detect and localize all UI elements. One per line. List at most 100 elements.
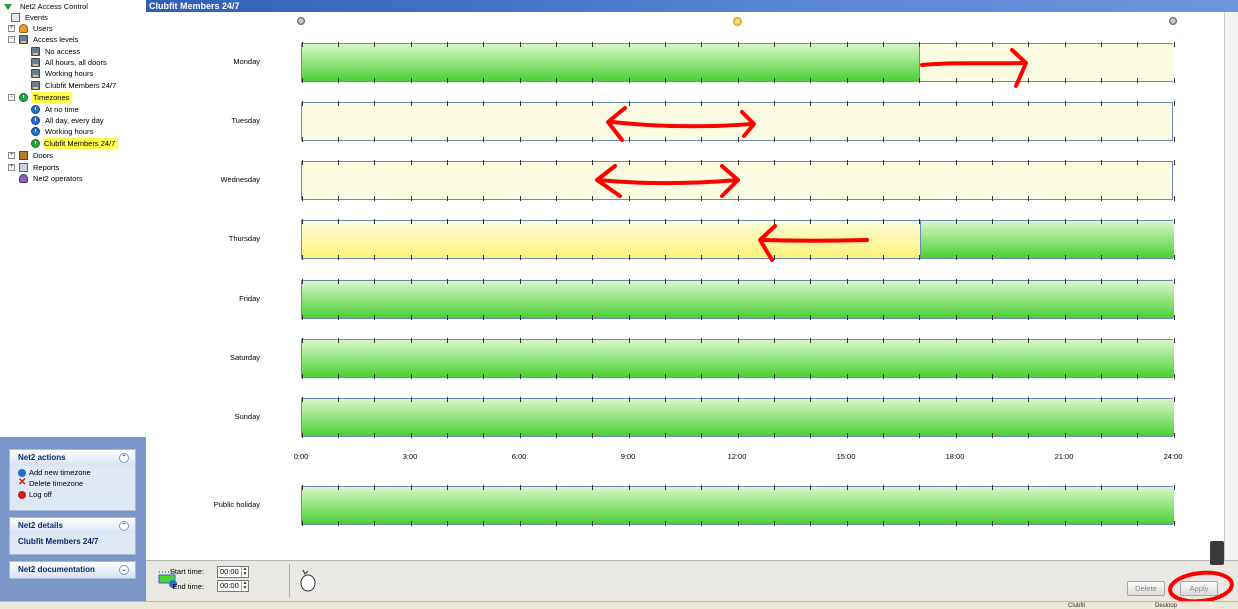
status-cell: Desktop xyxy=(1155,603,1178,609)
day-schedule-bar[interactable] xyxy=(301,279,1175,320)
collapse-icon[interactable]: − xyxy=(8,36,15,43)
hour-tick xyxy=(882,485,884,490)
hour-tick xyxy=(1064,160,1066,165)
collapse-chevron-icon[interactable]: ⌃ xyxy=(119,521,129,531)
tree-item-access-levels[interactable]: − Access levels xyxy=(8,34,108,45)
active-period[interactable] xyxy=(302,44,920,81)
delete-timezone-action[interactable]: ✕ Delete timezone xyxy=(10,478,135,489)
action-label: Add new timezone xyxy=(29,468,91,477)
hour-tick xyxy=(337,521,339,526)
active-period[interactable] xyxy=(302,281,1174,318)
tree-item-events[interactable]: Events xyxy=(8,12,108,23)
hour-tick xyxy=(628,315,630,320)
inactive-period[interactable] xyxy=(919,44,1174,81)
active-period[interactable] xyxy=(302,399,1174,436)
day-schedule-bar[interactable] xyxy=(301,397,1175,438)
tree-item-access-level[interactable]: Clubfit Members 24/7 xyxy=(31,80,141,91)
day-schedule-bar[interactable] xyxy=(301,42,1175,83)
hour-tick xyxy=(483,485,485,490)
tree-item-access-level[interactable]: Working hours xyxy=(31,68,131,79)
collapse-chevron-icon[interactable]: ⌃ xyxy=(119,453,129,463)
action-label: Delete timezone xyxy=(29,479,84,488)
hour-label: 12:00 xyxy=(727,452,747,461)
tree-item-access-level[interactable]: All hours, all doors xyxy=(31,57,131,68)
operators-icon xyxy=(19,174,28,183)
spinner-arrows-icon[interactable]: ▲ ▼ xyxy=(241,567,248,577)
hour-tick xyxy=(337,78,339,83)
expand-chevron-icon[interactable]: ⌄ xyxy=(119,565,129,575)
hour-tick xyxy=(773,78,775,83)
tree-item-label: Timezones xyxy=(32,92,73,103)
hour-tick xyxy=(628,196,630,201)
tree-item-operators[interactable]: Net2 operators xyxy=(8,173,118,184)
active-period[interactable] xyxy=(302,340,1174,377)
hour-tick xyxy=(374,42,376,47)
active-period[interactable] xyxy=(302,487,1174,524)
day-label: Friday xyxy=(239,294,260,303)
hour-tick xyxy=(592,315,594,320)
side-tab-icon[interactable] xyxy=(1210,541,1224,565)
day-schedule-bar[interactable] xyxy=(301,160,1175,201)
hour-tick xyxy=(882,433,884,438)
hour-tick xyxy=(919,219,921,224)
day-schedule-bar[interactable] xyxy=(301,219,1175,260)
hour-tick xyxy=(410,42,412,47)
range-start-marker-icon[interactable] xyxy=(297,17,305,25)
tree-item-doors[interactable]: + Doors xyxy=(8,150,108,161)
tree-item-timezone[interactable]: At no time xyxy=(31,104,131,115)
tree-item-timezone-selected[interactable]: Clubfit Members 24/7 xyxy=(31,138,141,149)
hour-tick xyxy=(882,219,884,224)
hour-tick xyxy=(810,255,812,260)
inactive-period[interactable] xyxy=(302,221,920,258)
log-off-action[interactable]: Log off xyxy=(10,489,135,500)
hour-tick xyxy=(628,255,630,260)
hour-label: 9:00 xyxy=(620,452,636,461)
expand-icon[interactable]: + xyxy=(8,25,15,32)
hour-tick xyxy=(1028,137,1030,142)
hour-tick xyxy=(374,338,376,343)
delete-button[interactable]: Delete xyxy=(1127,581,1165,596)
day-schedule-bar[interactable] xyxy=(301,485,1175,526)
details-panel-header[interactable]: Net2 details ⌃ xyxy=(10,518,135,534)
hour-tick xyxy=(664,485,666,490)
range-end-marker-icon[interactable] xyxy=(1169,17,1177,25)
start-time-spinner[interactable]: 00:00 ▲ ▼ xyxy=(217,566,249,578)
expand-icon[interactable]: + xyxy=(8,164,15,171)
tree-root[interactable]: Net2 Access Control xyxy=(2,1,122,12)
tree-root-label: Net2 Access Control xyxy=(20,2,88,11)
hour-tick xyxy=(773,279,775,284)
collapse-icon[interactable]: − xyxy=(8,94,15,101)
hour-tick xyxy=(1137,315,1139,320)
actions-panel-header[interactable]: Net2 actions ⌃ xyxy=(10,450,135,466)
hour-tick xyxy=(846,42,848,47)
hour-tick xyxy=(737,78,739,83)
hour-tick xyxy=(337,101,339,106)
tree-item-access-level[interactable]: No access xyxy=(31,46,131,57)
hour-label: 3:00 xyxy=(402,452,418,461)
hour-tick xyxy=(374,374,376,379)
hour-tick xyxy=(555,397,557,402)
day-schedule-bar[interactable] xyxy=(301,338,1175,379)
tree-item-reports[interactable]: + Reports xyxy=(8,162,108,173)
end-time-spinner[interactable]: 00:00 ▲ ▼ xyxy=(217,580,249,592)
tree-item-timezones[interactable]: − Timezones xyxy=(8,92,108,103)
tree-item-timezone[interactable]: Working hours xyxy=(31,126,131,137)
hour-tick xyxy=(1028,374,1030,379)
day-schedule-bar[interactable] xyxy=(301,101,1175,142)
spinner-arrows-icon[interactable]: ▲ ▼ xyxy=(241,581,248,591)
hour-tick xyxy=(1064,42,1066,47)
hour-tick xyxy=(701,521,703,526)
hour-tick xyxy=(483,219,485,224)
hour-tick xyxy=(1100,374,1102,379)
add-timezone-action[interactable]: Add new timezone xyxy=(10,467,135,478)
documentation-panel-header[interactable]: Net2 documentation ⌄ xyxy=(10,562,135,578)
active-period[interactable] xyxy=(919,221,1174,258)
tree-item-timezone[interactable]: All day, every day xyxy=(31,115,131,126)
hour-tick xyxy=(882,42,884,47)
hour-tick xyxy=(483,397,485,402)
hour-tick xyxy=(555,137,557,142)
hour-tick xyxy=(882,374,884,379)
hour-tick xyxy=(628,279,630,284)
expand-icon[interactable]: + xyxy=(8,152,15,159)
tree-item-users[interactable]: + Users xyxy=(8,23,108,34)
